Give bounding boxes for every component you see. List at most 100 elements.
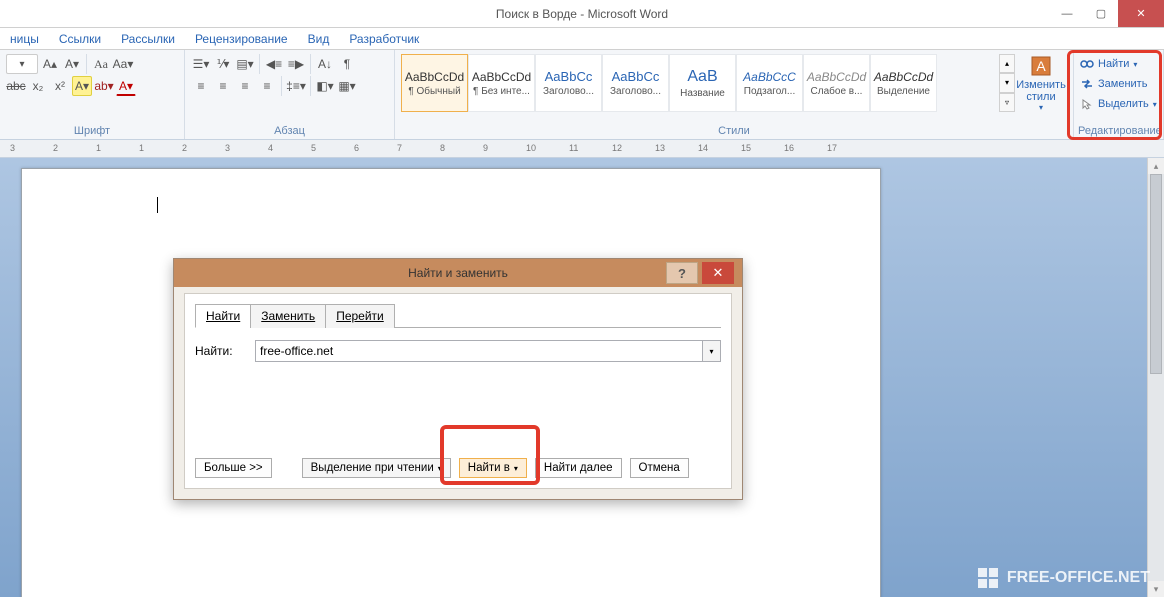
titlebar: Поиск в Ворде - Microsoft Word — ▢ ✕ — [0, 0, 1164, 28]
dialog-title: Найти и заменить — [408, 266, 508, 280]
find-replace-dialog: Найти и заменить ? ✕ Найти Заменить Пере… — [173, 258, 743, 500]
dialog-tab-replace[interactable]: Заменить — [250, 304, 326, 328]
ruler-tick: 14 — [698, 143, 708, 153]
ruler-tick: 15 — [741, 143, 751, 153]
find-in-button[interactable]: Найти в ▾ — [459, 458, 527, 478]
style-normal[interactable]: AaBbCcDd¶ Обычный — [401, 54, 468, 112]
highlight-color[interactable]: A▾ — [72, 76, 92, 96]
change-styles-button[interactable]: A Изменить стили▾ — [1015, 54, 1067, 112]
ruler-tick: 6 — [354, 143, 359, 153]
scroll-thumb[interactable] — [1150, 174, 1162, 374]
indent-inc[interactable]: ≡▶ — [286, 54, 306, 74]
numbering[interactable]: ⅟▾ — [213, 54, 233, 74]
find-label: Найти: — [195, 344, 255, 358]
font-group: ▾ A▴ A▾ Aa Aa▾ abc x₂ x² A▾ ab▾ A▾ Шрифт — [0, 50, 185, 139]
select-button[interactable]: Выделить▾ — [1078, 94, 1159, 114]
watermark: FREE-OFFICE.NET — [977, 567, 1150, 589]
superscript[interactable]: x² — [50, 76, 70, 96]
reading-highlight-button[interactable]: Выделение при чтении ▾ — [302, 458, 451, 478]
find-history-dropdown[interactable]: ▾ — [702, 341, 720, 361]
sort[interactable]: A↓ — [315, 54, 335, 74]
find-next-button[interactable]: Найти далее — [535, 458, 622, 478]
align-left[interactable]: ≡ — [191, 76, 211, 96]
editing-group-label: Редактирование — [1078, 125, 1159, 138]
text-cursor — [157, 197, 158, 213]
ruler-tick: 3 — [10, 143, 15, 153]
ruler-tick: 9 — [483, 143, 488, 153]
cancel-button[interactable]: Отмена — [630, 458, 689, 478]
line-spacing[interactable]: ‡≡▾ — [286, 76, 306, 96]
dialog-help-button[interactable]: ? — [666, 262, 698, 284]
ruler-tick: 11 — [569, 143, 578, 153]
text-effects[interactable]: ab▾ — [94, 76, 114, 96]
tab-mailings[interactable]: Рассылки — [111, 29, 185, 49]
align-justify[interactable]: ≡ — [257, 76, 277, 96]
shrink-font[interactable]: A▾ — [62, 54, 82, 74]
ruler-tick: 16 — [784, 143, 794, 153]
clear-format[interactable]: Aa — [91, 54, 111, 74]
more-button[interactable]: Больше >> — [195, 458, 272, 478]
editing-group: Найти▾ Заменить Выделить▾ Редактирование — [1074, 50, 1164, 139]
select-icon — [1080, 97, 1094, 111]
style-title[interactable]: AаBНазвание — [669, 54, 736, 112]
shading[interactable]: ◧▾ — [315, 76, 335, 96]
ruler-tick: 1 — [96, 143, 101, 153]
change-case[interactable]: Aa▾ — [113, 54, 133, 74]
close-button[interactable]: ✕ — [1118, 0, 1164, 27]
bullets[interactable]: ☰▾ — [191, 54, 211, 74]
dialog-titlebar[interactable]: Найти и заменить ? ✕ — [174, 259, 742, 287]
multilevel[interactable]: ▤▾ — [235, 54, 255, 74]
ribbon-tabs: ницы Ссылки Рассылки Рецензирование Вид … — [0, 28, 1164, 50]
windows-icon — [977, 567, 999, 589]
align-center[interactable]: ≡ — [213, 76, 233, 96]
find-button[interactable]: Найти▾ — [1078, 54, 1159, 74]
ruler-tick: 7 — [397, 143, 402, 153]
horizontal-ruler[interactable]: 3211234567891011121314151617 — [0, 140, 1164, 158]
para-group-label: Абзац — [191, 125, 388, 138]
ruler-tick: 1 — [139, 143, 144, 153]
strike[interactable]: abc — [6, 76, 26, 96]
grow-font[interactable]: A▴ — [40, 54, 60, 74]
tab-view[interactable]: Вид — [298, 29, 340, 49]
indent-dec[interactable]: ◀≡ — [264, 54, 284, 74]
style-emphasis[interactable]: AaBbCcDdВыделение — [870, 54, 937, 112]
maximize-button[interactable]: ▢ — [1084, 0, 1118, 27]
tab-review[interactable]: Рецензирование — [185, 29, 298, 49]
binoculars-icon — [1080, 57, 1094, 71]
ruler-tick: 2 — [53, 143, 58, 153]
font-size-box[interactable]: ▾ — [6, 54, 38, 74]
show-marks[interactable]: ¶ — [337, 54, 357, 74]
styles-scroll[interactable]: ▴▾▿ — [999, 54, 1015, 112]
style-subtle[interactable]: AaBbCcDdСлабое в... — [803, 54, 870, 112]
align-right[interactable]: ≡ — [235, 76, 255, 96]
tab-links[interactable]: Ссылки — [49, 29, 111, 49]
tab-developer[interactable]: Разработчик — [339, 29, 429, 49]
style-heading2[interactable]: AaBbCcЗаголово... — [602, 54, 669, 112]
styles-group-label: Стили — [401, 125, 1067, 138]
tab-pages[interactable]: ницы — [0, 29, 49, 49]
font-color[interactable]: A▾ — [116, 76, 136, 96]
style-nospacing[interactable]: AaBbCcDd¶ Без инте... — [468, 54, 535, 112]
borders[interactable]: ▦▾ — [337, 76, 357, 96]
svg-text:A: A — [1036, 58, 1046, 74]
ruler-tick: 8 — [440, 143, 445, 153]
style-subtitle[interactable]: AaBbCcСПодзагол... — [736, 54, 803, 112]
replace-button[interactable]: Заменить — [1078, 74, 1159, 94]
window-title: Поиск в Ворде - Microsoft Word — [496, 7, 668, 21]
ribbon: ▾ A▴ A▾ Aa Aa▾ abc x₂ x² A▾ ab▾ A▾ Шрифт… — [0, 50, 1164, 140]
find-input[interactable] — [256, 341, 702, 361]
ruler-tick: 13 — [655, 143, 665, 153]
style-heading1[interactable]: AaBbCcЗаголово... — [535, 54, 602, 112]
replace-icon — [1080, 77, 1094, 91]
font-group-label: Шрифт — [6, 125, 178, 138]
dialog-tab-goto[interactable]: Перейти — [325, 304, 395, 328]
change-styles-icon: A — [1030, 55, 1052, 77]
subscript[interactable]: x₂ — [28, 76, 48, 96]
minimize-button[interactable]: — — [1050, 0, 1084, 27]
dialog-tab-find[interactable]: Найти — [195, 304, 251, 328]
ruler-tick: 2 — [182, 143, 187, 153]
ruler-tick: 5 — [311, 143, 316, 153]
dialog-close-button[interactable]: ✕ — [702, 262, 734, 284]
ruler-tick: 3 — [225, 143, 230, 153]
vertical-scrollbar[interactable]: ▴ ▾ — [1147, 158, 1164, 597]
